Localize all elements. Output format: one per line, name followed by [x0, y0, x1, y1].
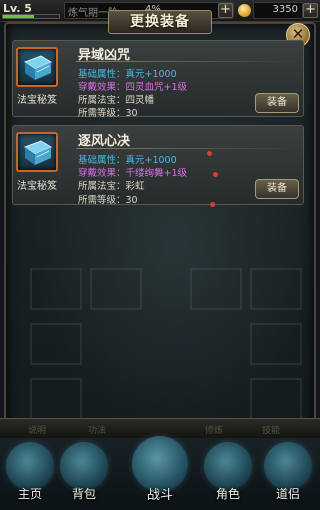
level-progress-fill: [3, 15, 34, 18]
item-wear-effect: 穿戴效果：千缕绚舞+1级: [78, 168, 188, 179]
background-grid-decoration: [30, 268, 302, 420]
nav-bag-label: 背包: [71, 487, 96, 501]
strip-tab-label[interactable]: 说明: [28, 423, 46, 436]
nav-battle-label: 战斗: [146, 488, 173, 503]
item-required-level: 所需等级：30: [78, 108, 138, 119]
item-required-level: 所需等级：30: [78, 195, 138, 206]
notification-dot: [210, 202, 215, 207]
bottom-tab-strip: 说明 功法 修炼 技能: [0, 418, 320, 438]
gold-coin-icon: [238, 4, 251, 17]
nav-companion[interactable]: 道侣: [258, 438, 318, 508]
book-icon: [23, 140, 53, 165]
item-type-label: 法宝秘笈: [17, 181, 57, 192]
gold-box: 3350: [253, 2, 303, 19]
notification-dot: [207, 151, 212, 156]
nav-character[interactable]: 角色: [198, 438, 258, 508]
nav-battle[interactable]: 战斗: [130, 436, 190, 508]
nav-bag[interactable]: 背包: [54, 438, 114, 508]
book-icon: [23, 55, 53, 80]
nav-character-label: 角色: [215, 487, 240, 501]
item-name: 逐风心决: [78, 134, 131, 149]
item-belongs-to: 所属法宝：彩虹: [78, 181, 145, 192]
level-progress-bar: [2, 14, 60, 19]
item-base-attribute: 基础属性：真元+1000: [78, 69, 177, 80]
item-name-divider: [76, 61, 300, 62]
panel-title: 更换装备: [108, 10, 212, 34]
strip-tab-label[interactable]: 功法: [88, 423, 106, 436]
home-icon: [6, 442, 54, 490]
equip-button[interactable]: 装备: [255, 93, 299, 113]
gold-amount: 3350: [272, 4, 298, 15]
gold-plus-button[interactable]: +: [303, 3, 318, 18]
character-icon: [204, 442, 252, 490]
item-icon-frame[interactable]: [16, 132, 58, 172]
companion-icon: [264, 442, 312, 490]
item-type-label: 法宝秘笈: [17, 95, 57, 106]
cultivation-plus-button[interactable]: +: [218, 3, 233, 18]
item-icon-frame[interactable]: [16, 47, 58, 87]
item-base-attribute: 基础属性：真元+1000: [78, 155, 177, 166]
bottom-navigation: 主页 背包 战斗 角色 道侣: [0, 436, 320, 510]
item-wear-effect: 穿戴效果：四灵血咒+1级: [78, 82, 188, 93]
strip-tab-label[interactable]: 技能: [262, 423, 280, 436]
strip-tab-label[interactable]: 修炼: [205, 423, 223, 436]
nav-home[interactable]: 主页: [0, 438, 60, 508]
item-belongs-to: 所属法宝：四灵幡: [78, 95, 155, 106]
item-name-divider: [76, 148, 300, 149]
notification-dot: [213, 172, 218, 177]
nav-companion-label: 道侣: [275, 487, 300, 501]
bag-icon: [60, 442, 108, 490]
nav-home-label: 主页: [17, 487, 42, 501]
equip-button[interactable]: 装备: [255, 179, 299, 199]
